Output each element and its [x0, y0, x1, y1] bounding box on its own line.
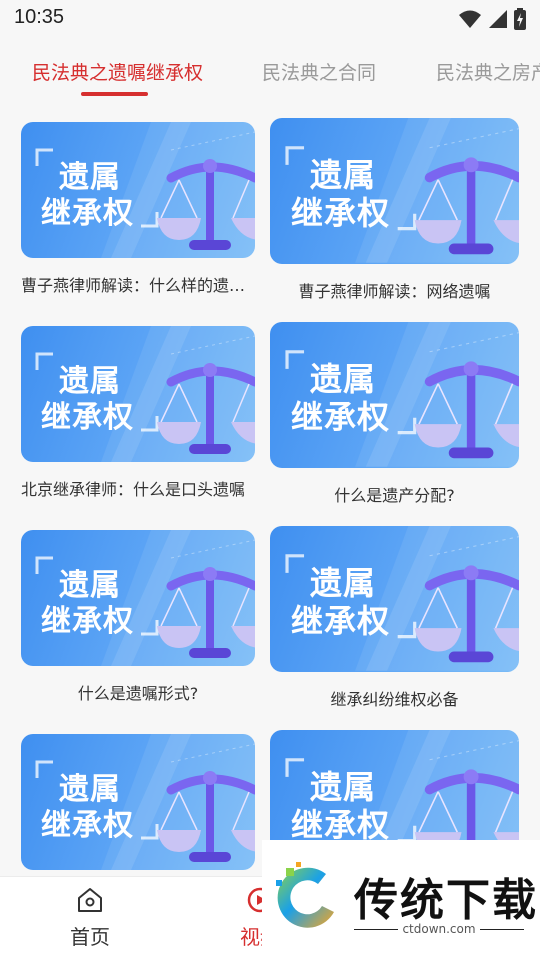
- nav-home[interactable]: 首页: [30, 877, 150, 960]
- article-thumbnail: 遗属 继承权: [270, 526, 519, 672]
- watermark: 传统下载 ctdown.com: [262, 840, 540, 960]
- nav-home-label: 首页: [70, 925, 110, 949]
- article-card[interactable]: 遗属 继承权什么是遗嘱形式?: [21, 530, 255, 710]
- thumbnail-title-line2: 继承权: [291, 398, 391, 436]
- tab-indicator: [81, 92, 148, 96]
- thumbnail-title-line2: 继承权: [291, 194, 391, 232]
- article-card[interactable]: 遗属 继承权曹子燕律师解读：什么样的遗嘱有效: [21, 122, 255, 302]
- signal-icon: [489, 10, 507, 28]
- thumbnail-title-line2: 继承权: [41, 604, 134, 639]
- thumbnail-title-line2: 继承权: [41, 400, 134, 435]
- thumbnail-title-line2: 继承权: [291, 602, 391, 640]
- article-caption: 继承纠纷维权必备: [330, 690, 459, 709]
- article-card[interactable]: 遗属 继承权什么是遗产分配?: [270, 322, 519, 512]
- status-time: 10:35: [14, 6, 65, 28]
- wifi-icon: [459, 10, 481, 28]
- article-caption: 曹子燕律师解读：网络遗嘱: [298, 282, 491, 301]
- article-thumbnail: 遗属 继承权: [21, 326, 255, 462]
- article-thumbnail: 遗属 继承权: [21, 122, 255, 258]
- article-caption: 什么是遗嘱形式?: [77, 684, 199, 703]
- watermark-brand: 传统下载: [354, 875, 538, 926]
- watermark-divider: [480, 929, 524, 930]
- tab-contract[interactable]: 民法典之合同: [262, 58, 376, 85]
- battery-icon: [514, 8, 526, 30]
- home-icon: [78, 888, 102, 912]
- article-card[interactable]: 遗属 继承权北京继承律师：什么是口头遗嘱: [21, 326, 255, 506]
- tab-property[interactable]: 民法典之房产: [436, 58, 540, 85]
- article-grid: 遗属 继承权 曹子燕律师解读：什么样的遗嘱有效 遗属 继承权 曹子燕律师解读：网络遗嘱 遗属…: [0, 106, 540, 876]
- article-caption: 什么是遗产分配?: [334, 486, 455, 505]
- article-thumbnail: 遗属 继承权: [270, 118, 519, 264]
- article-caption: 曹子燕律师解读：什么样的遗嘱有效: [21, 276, 255, 295]
- status-icons: [458, 8, 526, 30]
- status-bar: 10:35: [0, 0, 540, 38]
- category-tabs: 民法典之遗嘱继承权 民法典之合同 民法典之房产: [0, 44, 540, 106]
- article-card[interactable]: 遗属 继承权继承纠纷维权必备: [270, 526, 519, 716]
- tab-inheritance[interactable]: 民法典之遗嘱继承权: [32, 58, 203, 85]
- article-thumbnail: 遗属 继承权: [270, 322, 519, 468]
- thumbnail-title-line2: 继承权: [41, 808, 134, 843]
- article-caption: 北京继承律师：什么是口头遗嘱: [21, 480, 246, 499]
- article-card[interactable]: 遗属 继承权: [21, 734, 255, 876]
- thumbnail-title-line2: 继承权: [41, 196, 134, 231]
- watermark-logo-icon: [276, 862, 334, 928]
- article-thumbnail: 遗属 继承权: [21, 734, 255, 870]
- article-card[interactable]: 遗属 继承权曹子燕律师解读：网络遗嘱: [270, 118, 519, 308]
- article-thumbnail: 遗属 继承权: [21, 530, 255, 666]
